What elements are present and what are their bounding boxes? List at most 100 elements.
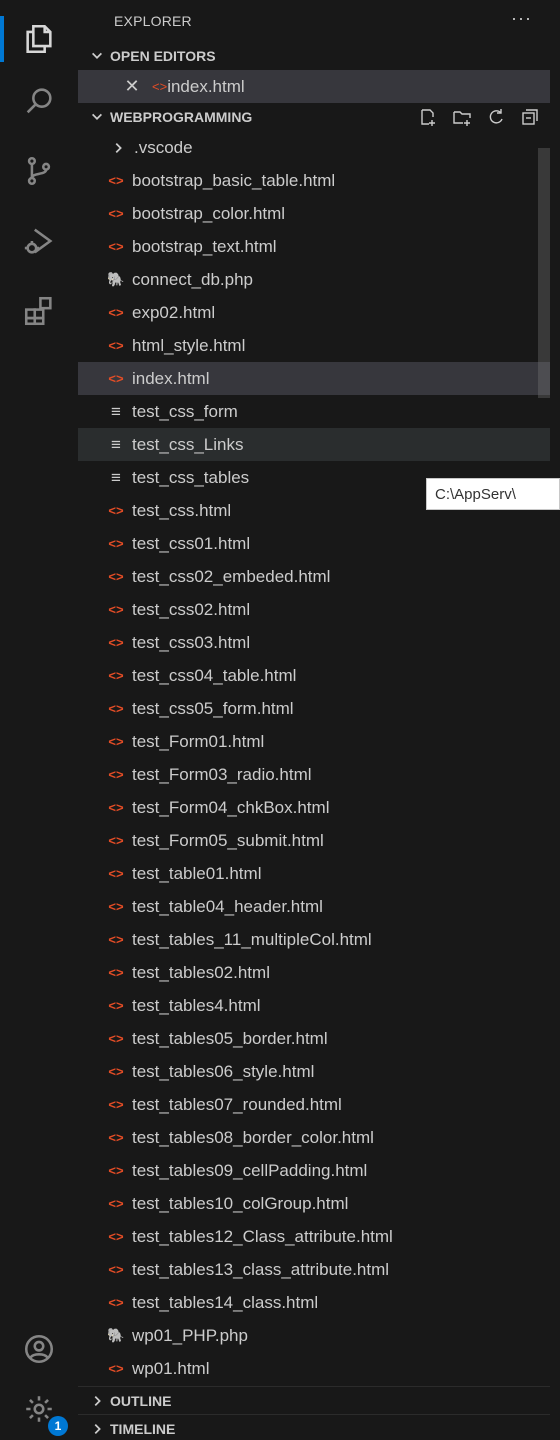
file-item[interactable]: <> test_css02_embeded.html xyxy=(78,560,550,593)
file-item[interactable]: 🐘 wp01_PHP.php xyxy=(78,1319,550,1352)
file-item[interactable]: <> bootstrap_text.html xyxy=(78,230,550,263)
file-item[interactable]: <> test_tables14_class.html xyxy=(78,1286,550,1319)
more-actions-icon[interactable]: ··· xyxy=(511,8,532,29)
file-label: wp01.html xyxy=(132,1358,210,1378)
search-icon[interactable] xyxy=(0,70,78,132)
file-label: bootstrap_color.html xyxy=(132,203,286,223)
file-item[interactable]: <> exp02.html xyxy=(78,296,550,329)
file-item[interactable]: <> test_table04_header.html xyxy=(78,890,550,923)
path-tooltip: C:\AppServ\ xyxy=(426,478,560,510)
outline-label: OUTLINE xyxy=(110,1392,172,1409)
file-item[interactable]: <> test_table01.html xyxy=(78,857,550,890)
outline-header[interactable]: OUTLINE xyxy=(78,1386,550,1414)
file-item[interactable]: <> html_style.html xyxy=(78,329,550,362)
file-label: test_tables07_rounded.html xyxy=(132,1094,342,1114)
open-editors-list: ✕ <> index.html xyxy=(78,70,550,103)
timeline-header[interactable]: TIMELINE xyxy=(78,1414,550,1440)
file-label: test_tables10_colGroup.html xyxy=(132,1193,349,1213)
php-file-icon: 🐘 xyxy=(107,271,125,287)
file-item[interactable]: <> test_css04_table.html xyxy=(78,659,550,692)
extensions-icon[interactable] xyxy=(0,280,78,342)
html-file-icon: <> xyxy=(108,833,124,848)
file-label: test_css01.html xyxy=(132,533,251,553)
html-file-icon: <> xyxy=(108,173,124,188)
file-label: .vscode xyxy=(134,137,193,157)
file-item[interactable]: <> test_Form05_submit.html xyxy=(78,824,550,857)
open-editor-item[interactable]: ✕ <> index.html xyxy=(78,70,550,103)
file-item[interactable]: <> test_tables02.html xyxy=(78,956,550,989)
chevron-right-icon xyxy=(88,1420,106,1438)
collapse-all-icon[interactable] xyxy=(520,107,540,127)
html-file-icon: <> xyxy=(108,569,124,584)
file-item[interactable]: <> test_css03.html xyxy=(78,626,550,659)
file-item[interactable]: <> test_Form01.html xyxy=(78,725,550,758)
file-item[interactable]: <> test_tables05_border.html xyxy=(78,1022,550,1055)
file-item[interactable]: 🐘 connect_db.php xyxy=(78,263,550,296)
html-file-icon: <> xyxy=(108,536,124,551)
html-file-icon: <> xyxy=(108,1196,124,1211)
html-file-icon: <> xyxy=(108,1097,124,1112)
file-label: exp02.html xyxy=(132,302,216,322)
file-item[interactable]: <> test_tables12_Class_attribute.html xyxy=(78,1220,550,1253)
file-item[interactable]: <> wp01.html xyxy=(78,1352,550,1385)
html-file-icon: <> xyxy=(108,767,124,782)
source-control-icon[interactable] xyxy=(0,140,78,202)
file-label: html_style.html xyxy=(132,335,246,355)
file-label: test_table01.html xyxy=(132,863,262,883)
html-file-icon: <> xyxy=(108,965,124,980)
file-label: test_tables12_Class_attribute.html xyxy=(132,1226,393,1246)
html-file-icon: <> xyxy=(108,1031,124,1046)
new-folder-icon[interactable] xyxy=(452,107,472,127)
file-item[interactable]: ≡ test_css_form xyxy=(78,395,550,428)
file-item[interactable]: <> test_tables13_class_attribute.html xyxy=(78,1253,550,1286)
html-file-icon: <> xyxy=(108,1064,124,1079)
file-item[interactable]: <> test_css01.html xyxy=(78,527,550,560)
html-file-icon: <> xyxy=(108,701,124,716)
file-item[interactable]: <> bootstrap_basic_table.html xyxy=(78,164,550,197)
html-file-icon: <> xyxy=(108,800,124,815)
file-label: test_tables05_border.html xyxy=(132,1028,328,1048)
file-item[interactable]: <> test_tables08_border_color.html xyxy=(78,1121,550,1154)
file-item[interactable]: <> test_css02.html xyxy=(78,593,550,626)
refresh-icon[interactable] xyxy=(486,107,506,127)
html-file-icon: <> xyxy=(108,1229,124,1244)
workspace-header[interactable]: WEBPROGRAMMING xyxy=(78,103,550,131)
file-label: test_css_form xyxy=(132,401,238,421)
folder-item[interactable]: .vscode xyxy=(78,131,550,164)
file-item[interactable]: <> bootstrap_color.html xyxy=(78,197,550,230)
php-file-icon: 🐘 xyxy=(107,1327,125,1343)
html-file-icon: <> xyxy=(108,602,124,617)
open-editors-header[interactable]: OPEN EDITORS xyxy=(78,42,550,70)
file-label: test_css04_table.html xyxy=(132,665,297,685)
file-label: test_tables14_class.html xyxy=(132,1292,319,1312)
file-item[interactable]: <> test_css05_form.html xyxy=(78,692,550,725)
html-file-icon: <> xyxy=(108,866,124,881)
activity-bar: 1 xyxy=(0,0,78,1440)
file-item[interactable]: <> test_tables_11_multipleCol.html xyxy=(78,923,550,956)
workspace-label: WEBPROGRAMMING xyxy=(110,109,253,125)
explorer-header: EXPLORER ··· xyxy=(78,0,550,42)
file-label: test_Form04_chkBox.html xyxy=(132,797,330,817)
file-item[interactable]: <> test_tables09_cellPadding.html xyxy=(78,1154,550,1187)
explorer-icon[interactable] xyxy=(0,8,78,70)
account-icon[interactable] xyxy=(0,1318,78,1380)
file-label: test_tables4.html xyxy=(132,995,261,1015)
file-item[interactable]: <> test_Form04_chkBox.html xyxy=(78,791,550,824)
file-item[interactable]: <> test_tables07_rounded.html xyxy=(78,1088,550,1121)
html-file-icon: <> xyxy=(108,1361,124,1376)
scrollbar[interactable] xyxy=(538,148,550,398)
gear-icon[interactable]: 1 xyxy=(0,1378,78,1440)
file-label: test_tables09_cellPadding.html xyxy=(132,1160,368,1180)
run-debug-icon[interactable] xyxy=(0,210,78,272)
file-item[interactable]: <> index.html xyxy=(78,362,550,395)
close-icon[interactable]: ✕ xyxy=(124,76,140,97)
new-file-icon[interactable] xyxy=(418,107,438,127)
html-file-icon: <> xyxy=(108,1163,124,1178)
html-file-icon: <> xyxy=(108,338,124,353)
file-item[interactable]: <> test_tables06_style.html xyxy=(78,1055,550,1088)
file-item[interactable]: ≡ test_css_Links xyxy=(78,428,550,461)
file-item[interactable]: <> test_tables4.html xyxy=(78,989,550,1022)
file-item[interactable]: <> test_tables10_colGroup.html xyxy=(78,1187,550,1220)
text-file-icon: ≡ xyxy=(111,467,121,487)
file-item[interactable]: <> test_Form03_radio.html xyxy=(78,758,550,791)
